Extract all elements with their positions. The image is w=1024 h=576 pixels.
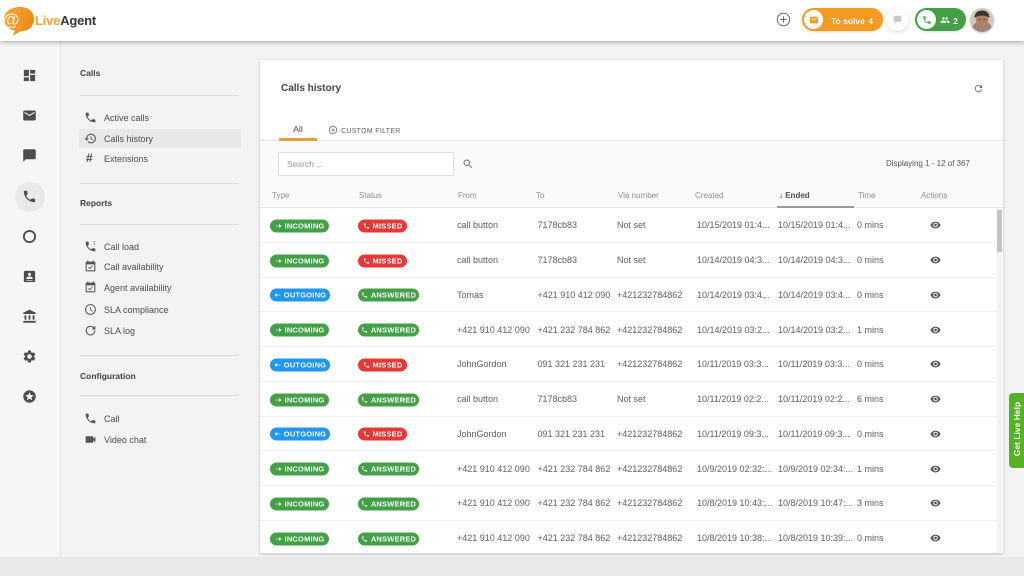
svg-text:@: @ xyxy=(4,10,20,30)
